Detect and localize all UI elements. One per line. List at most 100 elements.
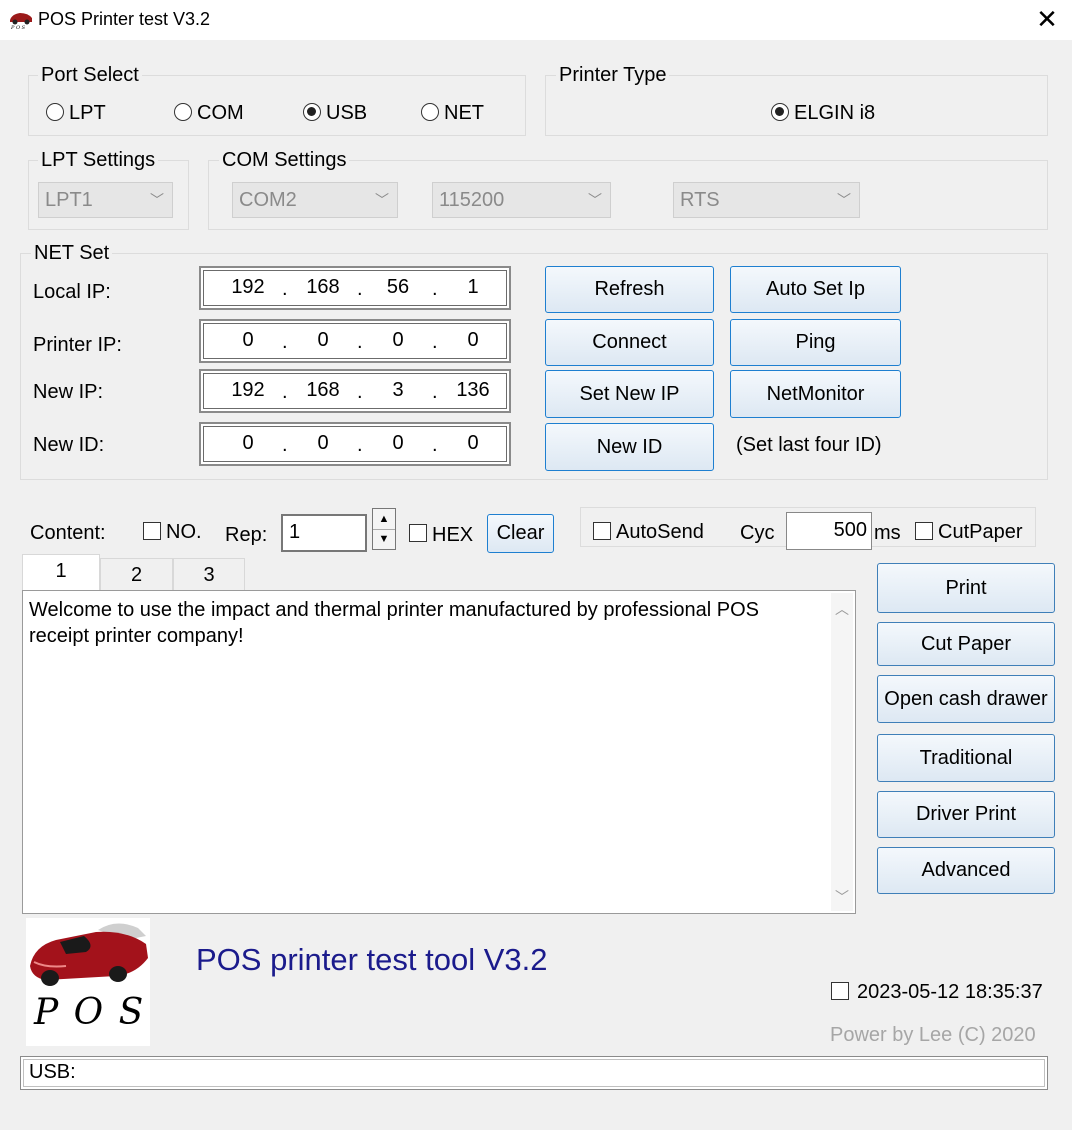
set-new-ip-button[interactable]: Set New IP bbox=[545, 370, 714, 418]
no-checkbox-label: NO. bbox=[166, 521, 202, 543]
rep-input[interactable]: 1 bbox=[281, 514, 367, 552]
radio-usb-label: USB bbox=[326, 102, 368, 124]
autosend-checkbox[interactable] bbox=[593, 522, 611, 540]
cutpaper-checkbox[interactable] bbox=[915, 522, 933, 540]
net-monitor-button[interactable]: NetMonitor bbox=[730, 370, 901, 418]
driver-print-button[interactable]: Driver Print bbox=[877, 791, 1055, 838]
chevron-down-icon: ﹀ bbox=[588, 192, 602, 208]
credit-text: Power by Lee (C) 2020 bbox=[830, 1024, 1036, 1046]
auto-set-ip-button[interactable]: Auto Set Ip bbox=[730, 266, 901, 313]
ip-dot: . bbox=[357, 331, 363, 353]
ip-dot: . bbox=[282, 434, 288, 456]
spin-up-icon[interactable]: ▲ bbox=[373, 509, 395, 530]
ip-octet: 0 bbox=[392, 432, 404, 454]
autosend-label: AutoSend bbox=[616, 521, 704, 543]
cutpaper-label: CutPaper bbox=[938, 521, 1023, 543]
radio-net[interactable] bbox=[421, 103, 439, 121]
datetime-text: 2023-05-12 18:35:37 bbox=[857, 981, 1043, 1003]
traditional-button[interactable]: Traditional bbox=[877, 734, 1055, 782]
ip-dot: . bbox=[432, 381, 438, 403]
radio-net-label: NET bbox=[444, 102, 484, 124]
ip-dot: . bbox=[432, 434, 438, 456]
ip-octet: 192 bbox=[231, 379, 265, 401]
content-textarea[interactable]: Welcome to use the impact and thermal pr… bbox=[22, 590, 856, 914]
ping-button[interactable]: Ping bbox=[730, 319, 901, 366]
com-port-select[interactable]: COM2 ﹀ bbox=[232, 182, 398, 218]
lpt-port-select[interactable]: LPT1 ﹀ bbox=[38, 182, 173, 218]
radio-lpt[interactable] bbox=[46, 103, 64, 121]
status-text: USB: bbox=[29, 1061, 76, 1083]
radio-elgin-i8[interactable] bbox=[771, 103, 789, 121]
car-logo-icon bbox=[30, 923, 148, 986]
cyc-input[interactable]: 500 bbox=[786, 512, 872, 550]
status-bar: USB: bbox=[20, 1056, 1048, 1090]
logo-text: P O S bbox=[34, 992, 146, 1033]
connect-button[interactable]: Connect bbox=[545, 319, 714, 366]
ip-octet: 3 bbox=[392, 379, 404, 401]
local-ip-field[interactable]: 192 . 168 . 56 . 1 bbox=[199, 266, 511, 310]
ip-octet: 0 bbox=[242, 432, 254, 454]
chevron-down-icon: ﹀ bbox=[375, 192, 389, 208]
window-title: POS Printer test V3.2 bbox=[38, 9, 211, 29]
close-icon[interactable]: ✕ bbox=[1030, 4, 1064, 36]
ip-octet: 0 bbox=[317, 432, 329, 454]
ip-dot: . bbox=[432, 331, 438, 353]
printer-ip-field[interactable]: 0 . 0 . 0 . 0 bbox=[199, 319, 511, 363]
com-port-value: COM2 bbox=[239, 189, 297, 211]
cyc-value: 500 bbox=[833, 519, 867, 541]
ms-label: ms bbox=[874, 522, 901, 544]
ip-octet: 168 bbox=[306, 379, 340, 401]
tab-3[interactable]: 3 bbox=[173, 558, 245, 592]
ip-octet: 1 bbox=[467, 276, 479, 298]
new-id-field[interactable]: 0 . 0 . 0 . 0 bbox=[199, 422, 511, 466]
ip-octet: 56 bbox=[386, 276, 410, 298]
radio-usb[interactable] bbox=[303, 103, 321, 121]
ip-octet: 136 bbox=[456, 379, 490, 401]
pos-logo: P O S bbox=[26, 918, 150, 1046]
ip-octet: 0 bbox=[317, 329, 329, 351]
ip-octet: 0 bbox=[242, 329, 254, 351]
ip-dot: . bbox=[282, 381, 288, 403]
chevron-down-icon: ﹀ bbox=[837, 192, 851, 208]
baud-rate-select[interactable]: 115200 ﹀ bbox=[432, 182, 611, 218]
clear-button[interactable]: Clear bbox=[487, 514, 554, 553]
net-set-legend: NET Set bbox=[31, 241, 113, 265]
port-select-legend: Port Select bbox=[38, 63, 142, 87]
rep-spinner[interactable]: ▲ ▼ bbox=[372, 508, 396, 550]
tab-2[interactable]: 2 bbox=[100, 558, 173, 592]
advanced-button[interactable]: Advanced bbox=[877, 847, 1055, 894]
ip-dot: . bbox=[357, 381, 363, 403]
radio-com[interactable] bbox=[174, 103, 192, 121]
vertical-scrollbar[interactable]: ︿ ﹀ bbox=[831, 593, 853, 911]
print-button[interactable]: Print bbox=[877, 563, 1055, 613]
scroll-down-icon[interactable]: ﹀ bbox=[835, 887, 849, 907]
app-title: POS printer test tool V3.2 bbox=[196, 942, 548, 977]
ip-dot: . bbox=[357, 278, 363, 300]
new-ip-field[interactable]: 192 . 168 . 3 . 136 bbox=[199, 369, 511, 413]
chevron-down-icon: ﹀ bbox=[150, 192, 164, 208]
radio-elgin-i8-label: ELGIN i8 bbox=[794, 102, 876, 124]
hex-checkbox[interactable] bbox=[409, 524, 427, 542]
refresh-button[interactable]: Refresh bbox=[545, 266, 714, 313]
open-cash-drawer-button[interactable]: Open cash drawer bbox=[877, 675, 1055, 723]
rep-label: Rep: bbox=[225, 524, 268, 546]
scroll-up-icon[interactable]: ︿ bbox=[835, 599, 849, 619]
flow-control-select[interactable]: RTS ﹀ bbox=[673, 182, 860, 218]
local-ip-label: Local IP: bbox=[33, 281, 111, 303]
set-last-four-id-hint: (Set last four ID) bbox=[736, 434, 882, 456]
rep-value: 1 bbox=[289, 521, 301, 543]
new-id-button[interactable]: New ID bbox=[545, 423, 714, 471]
flow-control-value: RTS bbox=[680, 189, 720, 211]
spin-down-icon[interactable]: ▼ bbox=[373, 529, 395, 549]
cut-paper-button[interactable]: Cut Paper bbox=[877, 622, 1055, 666]
no-checkbox[interactable] bbox=[143, 522, 161, 540]
datetime-checkbox[interactable] bbox=[831, 982, 849, 1000]
app-icon: P O S bbox=[8, 8, 34, 35]
baud-rate-value: 115200 bbox=[439, 189, 505, 211]
printer-type-legend: Printer Type bbox=[556, 63, 670, 87]
tab-1[interactable]: 1 bbox=[22, 554, 100, 592]
lpt-port-value: LPT1 bbox=[45, 189, 93, 211]
radio-com-label: COM bbox=[197, 102, 244, 124]
cyc-label: Cyc bbox=[740, 522, 775, 544]
ip-dot: . bbox=[357, 434, 363, 456]
